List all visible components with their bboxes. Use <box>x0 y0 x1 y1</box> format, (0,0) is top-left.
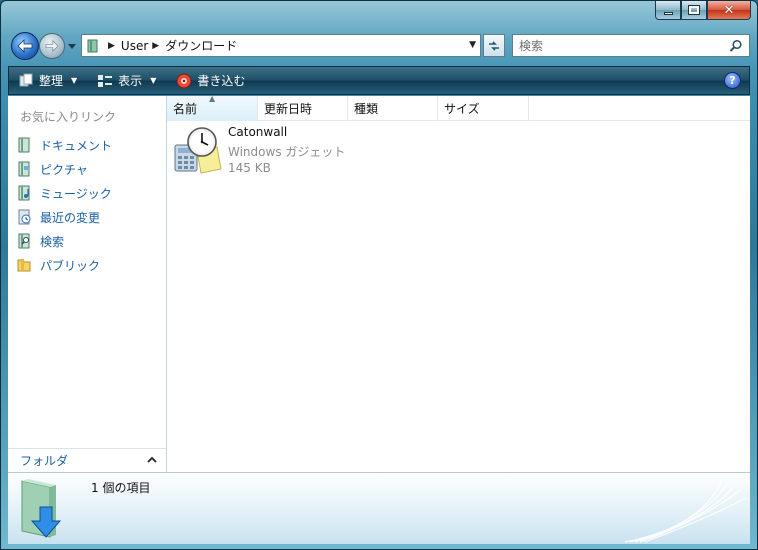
nav-item-label: ドキュメント <box>40 138 113 153</box>
details-pane: 1 個の項目 <box>8 472 750 544</box>
search-box[interactable] <box>512 34 750 57</box>
minimize-icon <box>663 11 673 15</box>
favorite-links-list: ドキュメント ピクチャ ミュージック 最近の変更 検索 パブリック <box>16 133 112 277</box>
column-header-name[interactable]: ▲ 名前 <box>167 94 258 121</box>
organize-icon <box>19 73 33 86</box>
caption-buttons: ✕ <box>655 1 751 21</box>
nav-item-pictures[interactable]: ピクチャ <box>16 157 112 181</box>
breadcrumb-downloads[interactable]: ダウンロード <box>165 37 237 54</box>
breadcrumb-user[interactable]: User <box>121 39 148 53</box>
nav-item-label: ピクチャ <box>40 162 88 177</box>
command-bar: 整理 ▼ 表示 ▼ 書き込む ? <box>8 66 750 95</box>
breadcrumb-separator-icon[interactable]: ▶ <box>108 41 115 51</box>
nav-item-label: ミュージック <box>40 186 112 201</box>
views-label: 表示 <box>118 74 143 88</box>
folders-bar[interactable]: フォルダ <box>8 448 166 472</box>
file-meta: Catonwall Windows ガジェット 145 KB <box>228 125 345 179</box>
nav-item-label: 検索 <box>40 234 65 249</box>
recent-pages-dropdown-icon[interactable] <box>67 41 77 51</box>
search-input[interactable] <box>519 38 719 53</box>
minimize-button[interactable] <box>655 1 681 20</box>
favorite-links-header: お気に入りリンク <box>20 110 117 124</box>
item-count: 1 個の項目 <box>91 481 151 495</box>
chevron-up-icon[interactable] <box>146 454 158 466</box>
organize-button[interactable]: 整理 ▼ <box>15 70 80 92</box>
forward-button[interactable] <box>39 33 65 59</box>
downloads-folder-icon <box>87 39 98 52</box>
nav-item-label: パブリック <box>40 258 101 273</box>
file-name: Catonwall <box>228 125 288 139</box>
pictures-icon <box>18 161 30 177</box>
documents-icon <box>18 137 30 153</box>
file-type: Windows ガジェット <box>228 145 346 159</box>
burn-label: 書き込む <box>197 74 246 88</box>
nav-item-public[interactable]: パブリック <box>16 253 112 277</box>
explorer-window: ✕ ▶ User ▶ ダウンロード ▼ 検索 整理 ▼ 表示 ▼ 書き込む ? … <box>0 0 758 550</box>
nav-item-documents[interactable]: ドキュメント <box>16 133 112 157</box>
navigation-pane: お気に入りリンク ドキュメント ピクチャ ミュージック 最近の変更 検索 パブリ… <box>8 96 167 472</box>
nav-item-music[interactable]: ミュージック <box>16 181 112 205</box>
maximize-button[interactable] <box>681 1 707 20</box>
refresh-button[interactable] <box>483 34 505 57</box>
burn-button[interactable]: 書き込む <box>173 70 248 92</box>
column-header-size[interactable]: サイズ <box>438 96 529 121</box>
sort-ascending-icon: ▲ <box>209 94 216 103</box>
column-header-type[interactable]: 種類 <box>348 96 438 121</box>
file-size: 145 KB <box>228 161 271 175</box>
searches-icon <box>18 233 30 249</box>
nav-item-label: 最近の変更 <box>40 210 101 225</box>
organize-dropdown-icon: ▼ <box>71 76 78 85</box>
back-button[interactable] <box>11 32 39 60</box>
nav-item-recent-changes[interactable]: 最近の変更 <box>16 205 112 229</box>
gadget-file-icon <box>174 127 222 174</box>
views-dropdown-icon: ▼ <box>150 76 157 85</box>
views-icon <box>98 74 113 87</box>
burn-disc-icon <box>176 73 192 88</box>
back-arrow-icon <box>17 39 33 53</box>
organize-label: 整理 <box>39 74 64 88</box>
refresh-icon <box>489 40 499 51</box>
recent-changes-icon <box>18 209 31 225</box>
views-button[interactable]: 表示 ▼ <box>94 70 159 92</box>
column-header-date-modified[interactable]: 更新日時 <box>258 96 348 121</box>
public-folder-icon <box>17 259 31 272</box>
decorative-swoosh <box>624 479 747 543</box>
maximize-icon <box>688 5 700 15</box>
help-icon[interactable]: ? <box>724 72 741 89</box>
close-icon: ✕ <box>723 2 735 18</box>
breadcrumb-separator-icon[interactable]: ▶ <box>152 41 159 51</box>
file-item[interactable]: Catonwall Windows ガジェット 145 KB <box>173 125 345 179</box>
address-bar[interactable]: ▶ User ▶ ダウンロード ▼ <box>81 34 481 57</box>
column-headers: ▲ 名前 更新日時 種類 サイズ <box>167 94 750 121</box>
close-button[interactable]: ✕ <box>707 1 751 20</box>
downloads-folder-large-icon <box>21 479 62 538</box>
file-list-pane: ▲ 名前 更新日時 種類 サイズ Catonwall Windows ガジェット… <box>167 94 750 472</box>
nav-item-searches[interactable]: 検索 <box>16 229 112 253</box>
forward-arrow-icon <box>45 40 59 52</box>
folders-label: フォルダ <box>20 454 69 468</box>
search-icon[interactable] <box>729 39 743 53</box>
address-history-dropdown-icon[interactable]: ▼ <box>469 40 476 50</box>
music-icon <box>18 185 30 201</box>
